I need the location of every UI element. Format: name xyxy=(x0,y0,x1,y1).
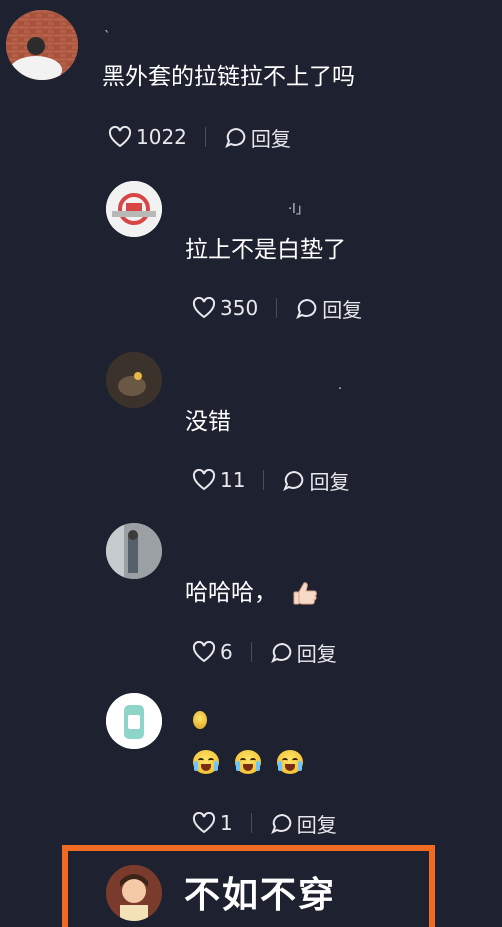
divider xyxy=(263,470,265,490)
avatar[interactable] xyxy=(106,523,162,579)
like-button[interactable]: 11 xyxy=(192,468,245,492)
username[interactable]: ·l」 xyxy=(288,198,309,217)
comment-actions: 1022 回复 xyxy=(108,123,291,151)
like-button[interactable]: 350 xyxy=(192,296,258,320)
reply-label: 回复 xyxy=(296,812,337,837)
like-count: 11 xyxy=(220,468,246,492)
avatar[interactable] xyxy=(106,181,162,237)
thumbs-up-emoji xyxy=(293,581,318,604)
speech-bubble-icon xyxy=(270,813,291,834)
highlight-text: 不如不穿 xyxy=(184,874,337,916)
heart-outline-icon xyxy=(192,641,216,663)
avatar-image xyxy=(6,10,78,80)
comment-text: 黑外套的拉链拉不上了吗 xyxy=(102,64,355,90)
avatar-image xyxy=(106,352,162,408)
divider xyxy=(250,813,252,833)
like-count: 1022 xyxy=(136,125,187,149)
like-count: 6 xyxy=(220,640,233,664)
reply-label: 回复 xyxy=(296,641,337,666)
avatar[interactable] xyxy=(106,693,162,749)
like-count: 350 xyxy=(220,296,259,320)
reply-label: 回复 xyxy=(309,469,350,494)
like-button[interactable]: 1022 xyxy=(108,125,187,149)
divider xyxy=(276,298,278,318)
like-count: 1 xyxy=(220,811,233,835)
comment-text-value: 哈哈哈， xyxy=(185,580,277,606)
speech-bubble-icon xyxy=(283,470,304,491)
like-button[interactable]: 1 xyxy=(192,811,233,835)
avatar[interactable] xyxy=(106,865,162,921)
heart-outline-icon xyxy=(192,297,216,319)
comment-actions: 6 回复 xyxy=(192,638,337,666)
speech-bubble-icon xyxy=(296,298,317,319)
comment-actions: 1 回复 xyxy=(192,809,337,837)
comment-text: 拉上不是白垫了 xyxy=(185,237,346,263)
reply-button[interactable]: 回复 xyxy=(224,123,291,152)
divider xyxy=(250,642,252,662)
reply-button[interactable]: 回复 xyxy=(295,294,362,323)
reply-label: 回复 xyxy=(250,126,291,151)
avatar-image xyxy=(106,693,162,749)
comment-text: 没错 xyxy=(185,409,231,435)
avatar-image xyxy=(106,865,162,921)
reply-label: 回复 xyxy=(322,297,363,322)
reply-button[interactable]: 回复 xyxy=(270,809,337,838)
comment-actions: 11 回复 xyxy=(192,466,349,494)
avatar[interactable] xyxy=(106,352,162,408)
small-emoji xyxy=(193,711,207,729)
avatar-image xyxy=(106,181,162,237)
loudly-crying-face-emoji xyxy=(235,750,261,774)
crying-emojis xyxy=(193,750,319,774)
avatar-image xyxy=(106,523,162,579)
avatar[interactable] xyxy=(6,10,78,80)
username[interactable]: · xyxy=(338,382,342,397)
username[interactable]: ` xyxy=(104,30,111,45)
reply-button[interactable]: 回复 xyxy=(270,638,337,667)
heart-outline-icon xyxy=(192,812,216,834)
like-button[interactable]: 6 xyxy=(192,640,233,664)
speech-bubble-icon xyxy=(270,642,291,663)
reply-button[interactable]: 回复 xyxy=(282,466,349,495)
comment-actions: 350 回复 xyxy=(192,294,362,322)
heart-outline-icon xyxy=(192,469,216,491)
loudly-crying-face-emoji xyxy=(193,750,219,774)
heart-outline-icon xyxy=(108,126,132,148)
speech-bubble-icon xyxy=(225,127,246,148)
comment-text: 哈哈哈， xyxy=(185,578,320,609)
loudly-crying-face-emoji xyxy=(277,750,303,774)
divider xyxy=(204,127,206,147)
